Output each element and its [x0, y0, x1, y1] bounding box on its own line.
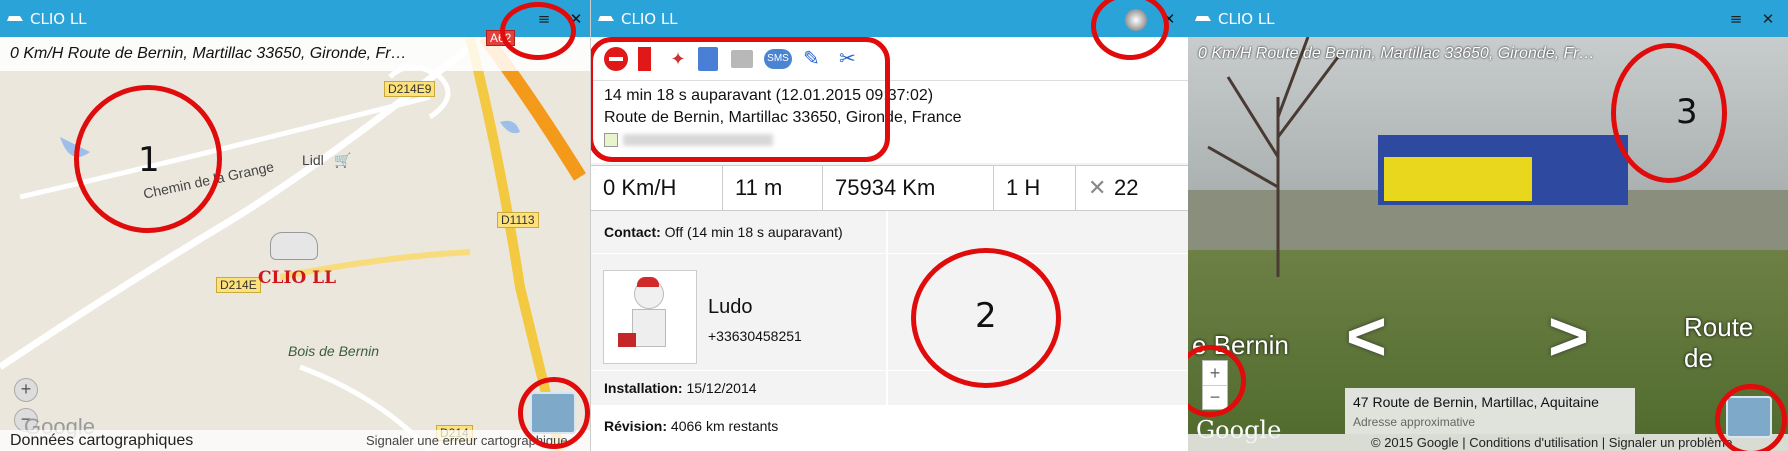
divider [886, 211, 888, 406]
details-panel: CLIO LL ✕ ✦ SMS ✎ ✂ 14 min 18 s auparava… [590, 0, 1189, 451]
close-icon[interactable]: ✕ [566, 9, 586, 29]
driver-name: Ludo [708, 296, 753, 318]
marker-number: 3 [1676, 92, 1698, 132]
navigate-left-icon[interactable]: < [1346, 296, 1387, 376]
marker-number: 2 [975, 296, 997, 336]
contact-text: Contact: Off (14 min 18 s auparavant) [604, 224, 843, 240]
window-title: CLIO LL [1218, 10, 1275, 28]
menu-icon[interactable]: ≡ [1726, 9, 1746, 29]
checkbox[interactable] [604, 133, 618, 147]
altitude-stat: 11 m [723, 166, 823, 210]
tree [1207, 37, 1340, 277]
zoom-control: + − [1202, 360, 1228, 410]
satellites-value: 22 [1114, 175, 1139, 200]
road-label: D1113 [497, 212, 539, 228]
street-view-button[interactable] [530, 392, 576, 434]
map-panel[interactable]: CLIO LL ≡ ✕ 0 Km/H Route de Bernin, Mart… [0, 0, 590, 451]
location-title: 47 Route de Bernin, Martillac, Aquitaine [1353, 394, 1599, 410]
location-subtitle: Adresse approximative [1353, 415, 1476, 429]
globe-icon[interactable] [1125, 9, 1147, 31]
location-info-box: 47 Route de Bernin, Martillac, Aquitaine… [1345, 388, 1635, 434]
car-icon [1195, 16, 1211, 21]
hours-stat: 1 H [994, 166, 1076, 210]
building [1378, 135, 1628, 205]
road-label: A62 [486, 30, 516, 46]
report-error-link[interactable]: Signaler une erreur cartographique [366, 433, 568, 448]
area-label: Bois de Bernin [288, 343, 380, 359]
blurred-text [623, 134, 773, 146]
street-view-button[interactable] [1726, 396, 1772, 438]
marker-number: 1 [138, 140, 160, 180]
street-name-right: Route de [1684, 312, 1754, 373]
stats-bar: 0 Km/H 11 m 75934 Km 1 H ✕ 22 [591, 165, 1189, 211]
window-title: CLIO LL [621, 10, 678, 28]
driver-row: Ludo +33630458251 [591, 254, 1189, 371]
revision-row: Révision: 4066 km restants [591, 406, 1189, 451]
image-icon[interactable] [731, 50, 753, 68]
stop-icon[interactable] [604, 47, 628, 71]
satellite-icon: ✕ [1088, 175, 1107, 200]
street-name-left: e Bernin [1192, 330, 1289, 360]
zoom-out-button[interactable]: − [1203, 385, 1227, 410]
wrench-icon[interactable]: ✂ [839, 47, 863, 71]
close-icon[interactable]: ✕ [1758, 9, 1778, 29]
navigate-right-icon[interactable]: > [1548, 296, 1589, 376]
address-text: Route de Bernin, Martillac 33650, Girond… [604, 109, 962, 126]
menu-icon[interactable]: ≡ [534, 9, 554, 29]
poi-label: Lidl [302, 152, 324, 168]
document-icon[interactable] [698, 47, 718, 71]
title-bar: CLIO LL ≡ ✕ [1188, 0, 1788, 37]
position-info: 14 min 18 s auparavant (12.01.2015 09:37… [591, 80, 1189, 163]
red-flag-icon[interactable] [638, 47, 651, 71]
revision-text: Révision: 4066 km restants [604, 418, 779, 434]
speed-stat: 0 Km/H [591, 166, 723, 210]
installation-row: Installation: 15/12/2014 [591, 371, 1189, 406]
person-icon[interactable]: ✦ [666, 47, 690, 71]
sms-icon[interactable]: SMS [764, 49, 792, 69]
shopping-cart-icon: 🛒 [334, 152, 352, 168]
street-view-footer: © 2015 Google | Conditions d'utilisation… [1188, 434, 1788, 451]
car-icon [7, 16, 23, 21]
installation-text: Installation: 15/12/2014 [604, 380, 757, 396]
zoom-in-button[interactable]: + [1203, 361, 1227, 385]
window-title: CLIO LL [30, 10, 87, 28]
vehicle-label: CLIO LL [258, 268, 337, 288]
satellites-stat: ✕ 22 [1076, 166, 1186, 210]
action-toolbar: ✦ SMS ✎ ✂ [591, 38, 1189, 80]
road-label: D214E [216, 277, 261, 293]
map-data-credit: Données cartographiques [10, 432, 194, 449]
map-footer: Données cartographiques Signaler une err… [0, 430, 590, 451]
car-icon [598, 16, 614, 21]
close-icon[interactable]: ✕ [1159, 9, 1179, 29]
driver-phone: +33630458251 [708, 328, 802, 344]
driver-avatar [603, 270, 697, 364]
vehicle-marker-icon[interactable] [270, 232, 318, 260]
contact-row: Contact: Off (14 min 18 s auparavant) [591, 211, 1189, 254]
title-bar: CLIO LL ✕ [591, 0, 1189, 37]
time-ago-text: 14 min 18 s auparavant (12.01.2015 09:37… [604, 87, 934, 104]
street-view-panel[interactable]: CLIO LL ≡ ✕ 0 Km/H Route de Bernin, Mart… [1188, 0, 1788, 451]
zoom-in-button[interactable]: + [14, 378, 38, 402]
pencil-icon[interactable]: ✎ [803, 47, 827, 71]
odometer-stat: 75934 Km [823, 166, 994, 210]
footer-links[interactable]: © 2015 Google | Conditions d'utilisation… [1371, 435, 1732, 450]
road-label: D214E9 [384, 81, 436, 97]
address-bar: 0 Km/H Route de Bernin, Martillac 33650,… [1198, 45, 1595, 62]
